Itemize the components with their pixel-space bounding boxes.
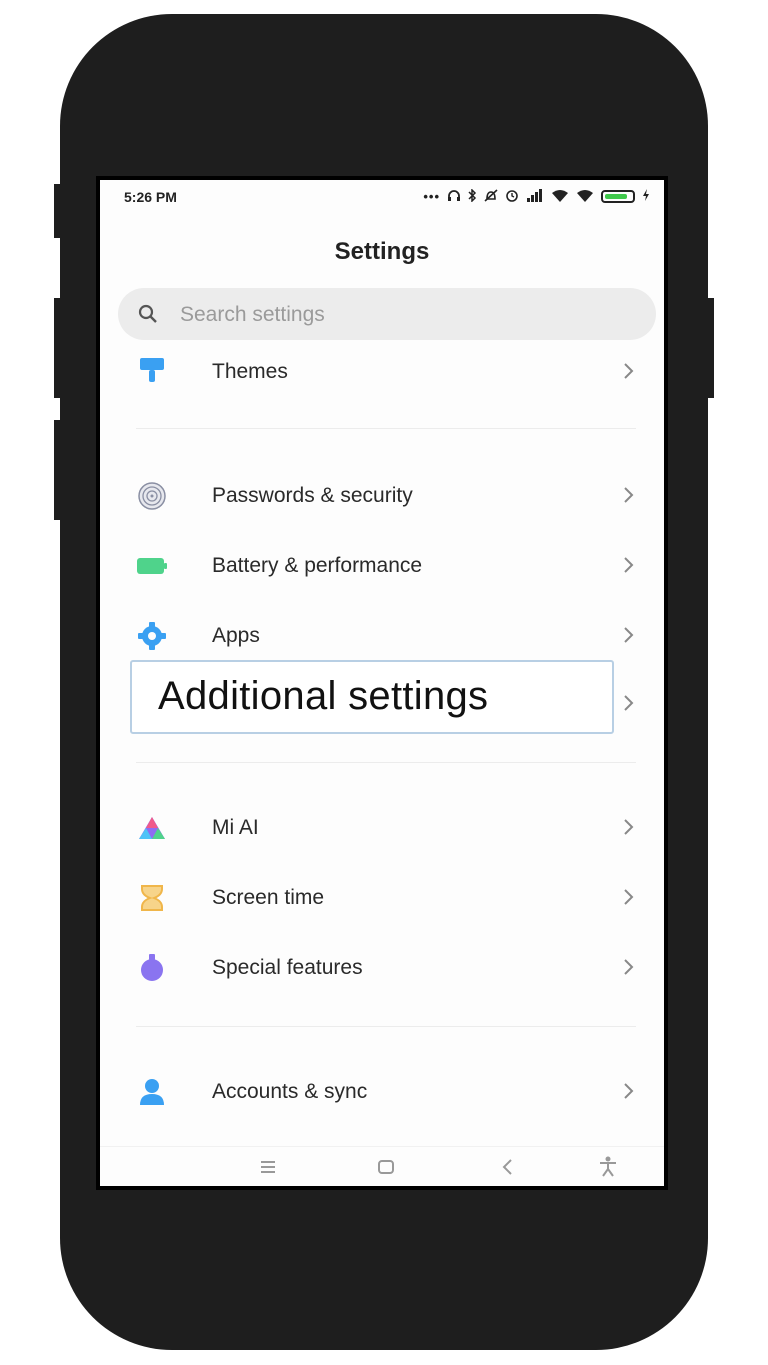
more-dots-icon: ••• [423,189,440,204]
search-placeholder: Search settings [180,303,325,326]
settings-screen: 5:26 PM ••• Settings Search settings The… [100,180,664,1186]
chevron-right-icon [622,624,636,646]
page-title: Settings [334,238,430,265]
accessibility-icon[interactable] [596,1155,620,1179]
status-time: 5:26 PM [124,189,177,205]
settings-item-screen-time[interactable]: Screen time [100,870,664,926]
settings-item-label: Special features [212,956,363,979]
chevron-right-icon [622,816,636,838]
settings-item-label: Apps [212,624,260,647]
status-icons: ••• [423,187,650,205]
section-divider [136,762,636,763]
chevron-right-icon [622,484,636,506]
settings-item-apps[interactable]: Apps [100,608,664,664]
wifi-icon-2 [576,189,594,205]
phone-side-button-right [706,298,714,398]
gear-icon [136,622,168,650]
battery-status-icon [601,190,635,203]
chevron-right-icon [622,956,636,978]
headphones-icon [447,189,461,205]
home-icon[interactable] [374,1155,398,1179]
chevron-right-icon [622,360,636,382]
settings-item-label: Battery & performance [212,554,423,577]
fingerprint-icon [136,482,168,510]
signal-icon [526,188,544,205]
settings-item-label: Themes [212,360,288,383]
status-bar: 5:26 PM ••• [100,180,664,216]
alarm-icon [505,188,519,205]
themes-icon [136,358,168,386]
chevron-right-icon [622,554,636,576]
search-bar[interactable]: Search settings [118,288,656,340]
mi-ai-icon [136,814,168,842]
settings-item-label: Passwords & security [212,484,413,507]
settings-item-battery-performance[interactable]: Battery & performance [100,538,664,594]
chevron-right-icon [622,1080,636,1102]
phone-side-button-left-3 [54,420,62,520]
navigation-bar [100,1146,664,1186]
wifi-icon [551,189,569,205]
phone-screen: 5:26 PM ••• Settings Search settings The… [96,176,668,1190]
section-divider [136,1026,636,1027]
settings-item-additional-settings[interactable]: Additional settings [130,660,614,734]
bluetooth-icon [468,187,477,205]
settings-item-themes[interactable]: Themes [100,344,664,400]
special-features-icon [136,954,168,982]
settings-item-mi-ai[interactable]: Mi AI [100,800,664,856]
mute-icon [484,188,498,205]
chevron-right-icon [622,886,636,908]
charging-icon [642,189,650,204]
settings-item-special-features[interactable]: Special features [100,940,664,996]
battery-icon [136,552,168,580]
settings-item-label: Mi AI [212,816,259,839]
settings-item-label: Screen time [212,886,325,909]
phone-side-button-left-2 [54,298,62,398]
account-icon [136,1078,168,1106]
settings-item-accounts-sync[interactable]: Accounts & sync [100,1064,664,1120]
section-divider [136,428,636,429]
hourglass-icon [136,884,168,912]
settings-item-passwords-security[interactable]: Passwords & security [100,468,664,524]
phone-side-button-left-1 [54,184,62,238]
menu-icon[interactable] [256,1155,280,1179]
settings-item-label: Accounts & sync [212,1080,368,1103]
chevron-right-icon [622,692,636,714]
search-icon [138,304,158,324]
back-icon[interactable] [496,1155,520,1179]
battery-level-fill [605,194,627,199]
settings-item-label: Additional settings [158,674,489,718]
